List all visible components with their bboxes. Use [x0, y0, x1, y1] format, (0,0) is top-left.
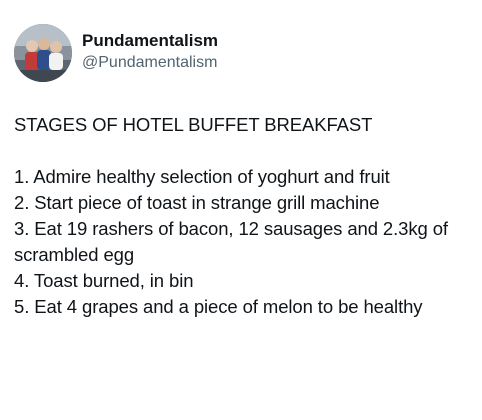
author-handle[interactable]: @Pundamentalism: [82, 52, 218, 74]
list-item: 2. Start piece of toast in strange grill…: [14, 192, 380, 213]
post-headline: STAGES OF HOTEL BUFFET BREAKFAST: [14, 114, 373, 135]
author-display-name[interactable]: Pundamentalism: [82, 30, 218, 52]
post-card: Pundamentalism @Pundamentalism STAGES OF…: [0, 0, 482, 420]
post-header: Pundamentalism @Pundamentalism: [14, 24, 218, 82]
list-item: 5. Eat 4 grapes and a piece of melon to …: [14, 296, 423, 317]
avatar[interactable]: [14, 24, 72, 82]
avatar-photo-icon: [14, 24, 72, 82]
post-body: STAGES OF HOTEL BUFFET BREAKFAST 1. Admi…: [14, 112, 472, 320]
stages-list: 1. Admire healthy selection of yoghurt a…: [14, 164, 472, 320]
list-item: 1. Admire healthy selection of yoghurt a…: [14, 166, 390, 187]
author-names: Pundamentalism @Pundamentalism: [82, 30, 218, 74]
list-item: 4. Toast burned, in bin: [14, 270, 194, 291]
list-item: 3. Eat 19 rashers of bacon, 12 sausages …: [14, 218, 448, 265]
